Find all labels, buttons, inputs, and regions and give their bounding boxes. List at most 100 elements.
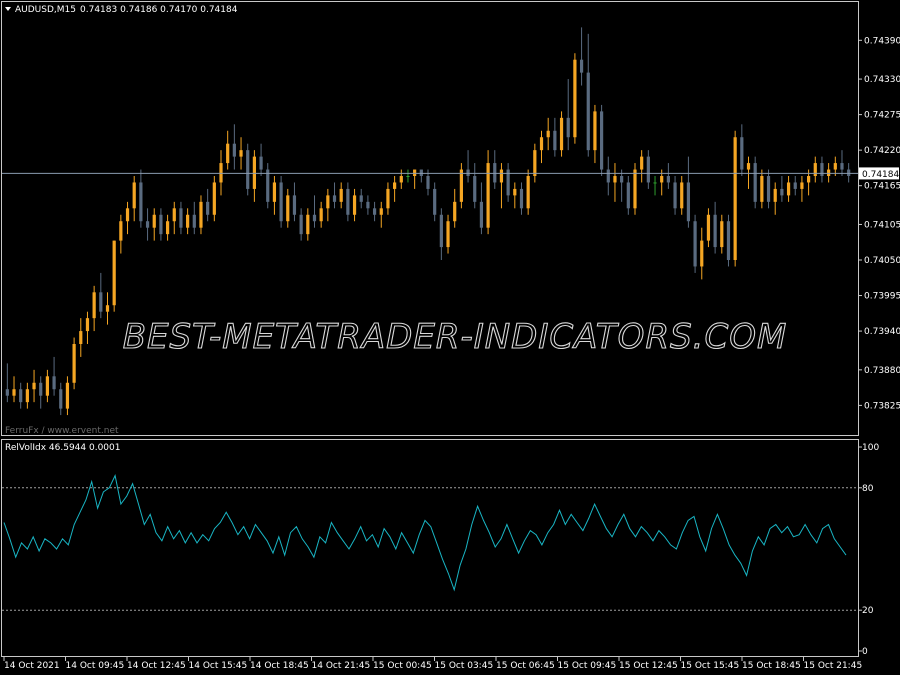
candle-body xyxy=(232,143,236,157)
price-tick-label: 0.73825 xyxy=(864,401,900,411)
candle xyxy=(640,150,644,183)
price-tick-label: 0.74220 xyxy=(864,146,900,156)
candle-body xyxy=(12,389,16,396)
candle-body xyxy=(753,163,757,202)
time-tick-label: 15 Oct 21:45 xyxy=(804,661,863,671)
candle xyxy=(386,182,390,215)
candle-body xyxy=(579,59,584,73)
candle xyxy=(466,150,470,183)
candle xyxy=(753,156,757,209)
symbol-label: AUDUSD,M15 xyxy=(15,5,76,15)
candle xyxy=(286,188,290,228)
candle-body xyxy=(252,156,256,189)
candle xyxy=(433,182,437,222)
candle-body xyxy=(419,169,423,176)
symbol-dropdown-icon[interactable] xyxy=(5,7,11,11)
candle-body xyxy=(773,188,777,202)
candle-body xyxy=(79,331,83,344)
candle-body xyxy=(586,72,590,151)
candle-body xyxy=(159,214,163,235)
candle-body xyxy=(393,182,397,189)
candle xyxy=(199,195,203,235)
candle xyxy=(653,176,657,196)
candle xyxy=(720,214,724,254)
candle-body xyxy=(479,201,484,228)
candle xyxy=(45,369,50,403)
candle xyxy=(680,176,684,215)
candle xyxy=(766,169,771,209)
candle xyxy=(479,182,484,235)
candle-body xyxy=(346,188,350,215)
candle xyxy=(312,195,317,228)
candle-body xyxy=(626,182,630,209)
time-tick-label: 15 Oct 03:45 xyxy=(435,661,494,671)
candle xyxy=(633,163,637,215)
candle xyxy=(359,188,363,209)
candle-body xyxy=(519,188,524,209)
time-tick-label: 14 Oct 18:45 xyxy=(250,661,309,671)
candle-body xyxy=(125,208,130,222)
indicator-tick-label: 80 xyxy=(862,484,874,494)
price-tick-label: 0.73880 xyxy=(864,366,900,376)
candle-body xyxy=(99,292,103,312)
candle xyxy=(626,176,630,215)
candle xyxy=(239,137,243,170)
time-tick-label: 14 Oct 15:45 xyxy=(189,661,248,671)
candle xyxy=(165,214,170,241)
candle-body xyxy=(299,214,303,235)
candle xyxy=(533,143,537,183)
candle-body xyxy=(746,163,751,170)
indicator-credit: FerruFx / www.ervent.net xyxy=(5,426,119,436)
candle-body xyxy=(219,163,223,183)
candle xyxy=(800,176,804,202)
candle xyxy=(259,143,263,176)
candle xyxy=(493,150,497,189)
candle-body xyxy=(726,221,731,260)
price-tick-label: 0.74165 xyxy=(864,182,900,192)
candle xyxy=(52,356,56,396)
candle-body xyxy=(466,169,470,176)
candle-body xyxy=(840,163,844,170)
candle-body xyxy=(352,195,357,215)
candle-body xyxy=(172,208,176,222)
candle xyxy=(339,182,343,209)
candle-body xyxy=(52,376,56,390)
price-tick-label: 0.73995 xyxy=(864,292,900,302)
candle-body xyxy=(39,382,43,396)
candle xyxy=(266,163,270,209)
candle xyxy=(145,208,150,241)
candle xyxy=(726,214,731,267)
candle xyxy=(299,208,303,241)
candle xyxy=(793,176,797,196)
candle xyxy=(740,124,744,176)
time-tick-label: 15 Oct 06:45 xyxy=(496,661,555,671)
watermark-text: BEST-METATRADER-INDICATORS.COM xyxy=(123,317,788,357)
price-tick-label: 0.74275 xyxy=(864,111,900,121)
candle-body xyxy=(613,176,617,183)
candle-body xyxy=(326,195,330,209)
candle xyxy=(593,104,597,164)
candle-body xyxy=(65,382,70,409)
candle-body xyxy=(92,292,96,319)
candle-body xyxy=(766,176,771,202)
candle-body xyxy=(633,169,637,209)
candle-body xyxy=(806,176,811,183)
candle xyxy=(733,130,737,267)
candle-body xyxy=(700,240,704,267)
candle-body xyxy=(132,182,136,209)
candle-body xyxy=(780,188,784,196)
candle xyxy=(79,318,83,357)
candle xyxy=(847,163,851,183)
candle xyxy=(406,169,410,183)
candle xyxy=(513,182,517,209)
candle-body xyxy=(459,169,463,202)
candle xyxy=(526,169,530,215)
indicator-tick-label: 100 xyxy=(862,443,879,453)
candle xyxy=(413,169,417,189)
candle xyxy=(399,169,403,189)
candle xyxy=(473,163,477,209)
candle-body xyxy=(686,182,691,222)
price-tick-label: 0.74390 xyxy=(864,36,900,46)
candle-body xyxy=(19,389,23,403)
time-tick-label: 14 Oct 12:45 xyxy=(127,661,186,671)
